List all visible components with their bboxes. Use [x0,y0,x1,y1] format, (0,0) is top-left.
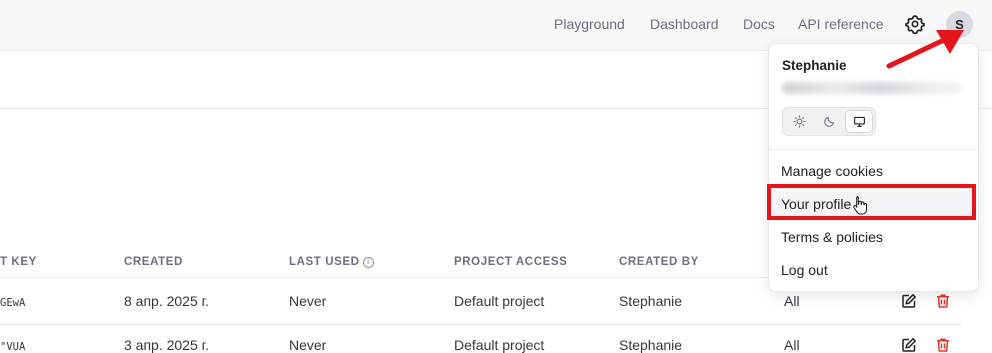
edit-icon[interactable] [901,337,917,353]
delete-trash-icon[interactable] [935,293,951,309]
menu-item-log-out[interactable]: Log out [781,262,828,278]
blurred-email [782,82,962,94]
created-cell: 8 апр. 2025 г. [124,293,209,309]
secret-key-cell: "VUA [0,341,26,353]
menu-item-terms-policies[interactable]: Terms & policies [781,229,883,245]
dark-theme-moon-icon[interactable] [816,111,842,132]
created-by-cell: Stephanie [619,293,683,309]
nav-link-playground[interactable]: Playground [554,16,625,32]
column-header-created-by: CREATED BY [619,256,699,268]
nav-link-dashboard[interactable]: Dashboard [650,16,719,32]
nav-link-api-reference[interactable]: API reference [798,16,884,32]
column-header-project-access: PROJECT ACCESS [454,256,568,268]
menu-item-your-profile[interactable]: Your profile [781,196,851,212]
created-by-cell: Stephanie [619,337,683,353]
nav-link-docs[interactable]: Docs [743,16,775,32]
menu-item-manage-cookies[interactable]: Manage cookies [781,163,883,179]
last-used-cell: Never [289,293,327,309]
menu-divider [769,149,978,150]
permissions-cell: All [784,293,800,309]
user-name: Stephanie [782,58,847,73]
column-header-last-used: LAST USED i [289,256,374,268]
edit-icon[interactable] [901,293,917,309]
hand-pointer-cursor-icon [853,196,867,215]
system-theme-monitor-icon[interactable] [846,111,872,132]
column-header-key: T KEY [0,256,37,268]
last-used-cell: Never [289,337,327,353]
column-header-created: CREATED [124,256,183,268]
permissions-cell: All [784,337,800,353]
delete-trash-icon[interactable] [935,337,951,353]
light-theme-sun-icon[interactable] [786,111,812,132]
red-annotation-arrow-icon [886,30,964,69]
project-access-cell: Default project [454,293,545,309]
project-access-cell: Default project [454,337,545,353]
table-divider [0,324,962,325]
secret-key-cell: GEwA [0,297,26,309]
info-icon[interactable]: i [362,257,374,268]
created-cell: 3 апр. 2025 г. [124,337,209,353]
theme-toggle [782,107,876,136]
